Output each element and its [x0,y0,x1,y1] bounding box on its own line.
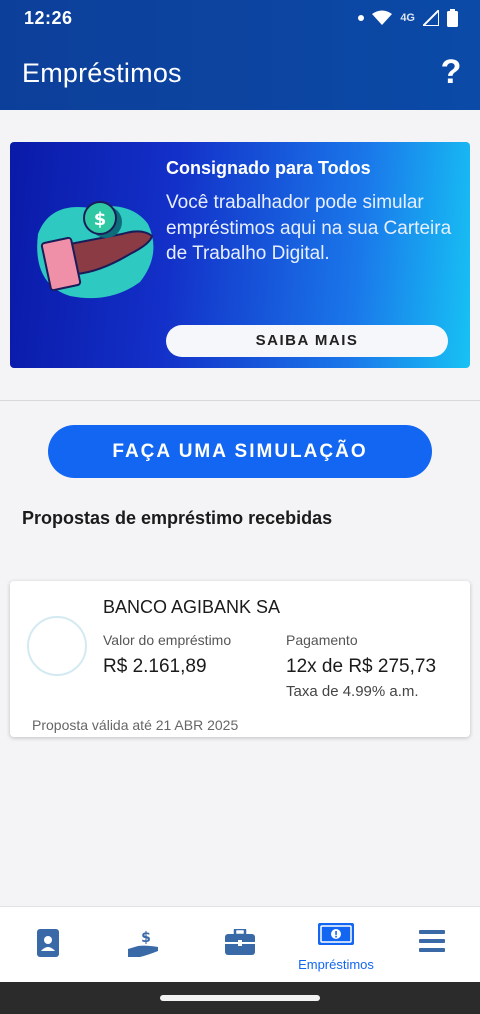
bank-name: BANCO AGIBANK SA [103,597,281,617]
banner-text: Você trabalhador pode simular empréstimo… [166,192,452,264]
app-header: 12:26 4G Empréstimos ? [0,0,480,110]
signal-icon [423,10,439,26]
money-hand-icon: $ [128,930,158,957]
interest-rate: Taxa de 4.99% a.m. [286,683,419,700]
system-navigation-bar [0,982,480,1014]
nav-item-profile[interactable] [0,907,96,983]
nav-label-emprestimos: Empréstimos [298,957,374,972]
banner-title: Consignado para Todos [166,158,371,178]
nav-item-menu[interactable] [384,907,480,983]
svg-text:!: ! [334,931,338,941]
network-type: 4G [400,12,415,24]
nav-item-benefits[interactable]: $ [96,907,192,983]
status-bar: 12:26 4G [0,0,480,36]
bank-logo-placeholder [27,616,87,676]
payment-value: 12x de R$ 275,73 [286,656,437,677]
status-time: 12:26 [24,8,73,28]
proposal-validity: Proposta válida até 21 ABR 2025 [32,717,239,733]
amount-value: R$ 2.161,89 [103,656,207,677]
section-title: Propostas de empréstimo recebidas [22,508,333,528]
svg-text:$: $ [141,930,151,946]
svg-text:$: $ [94,209,107,230]
divider [0,400,480,401]
help-icon[interactable]: ? [438,54,464,90]
bottom-nav: $ ! Empréstimos [0,906,480,982]
home-gesture-handle[interactable] [160,995,320,1001]
menu-icon [419,930,445,952]
saiba-mais-button[interactable]: SAIBA MAIS [166,325,448,357]
proposal-card[interactable]: BANCO AGIBANK SA Valor do empréstimo R$ … [10,581,470,737]
loan-hand-illustration: $ [37,201,154,299]
consignado-banner[interactable]: $ Consignado para Todos Você trabalhador… [10,142,470,368]
nav-item-emprestimos[interactable]: ! Empréstimos [288,907,384,983]
briefcase-icon [225,929,255,955]
id-card-icon [37,929,59,957]
payment-label: Pagamento [286,632,358,648]
amount-label: Valor do empréstimo [103,632,232,648]
wifi-icon [372,10,393,25]
notification-dot-icon [358,15,365,21]
nav-item-jobs[interactable] [192,907,288,983]
status-icons: 4G [358,8,458,28]
banknote-icon: ! [318,923,354,945]
page-title: Empréstimos [22,58,182,88]
battery-icon [447,9,458,27]
simulate-button[interactable]: FAÇA UMA SIMULAÇÃO [48,425,432,478]
